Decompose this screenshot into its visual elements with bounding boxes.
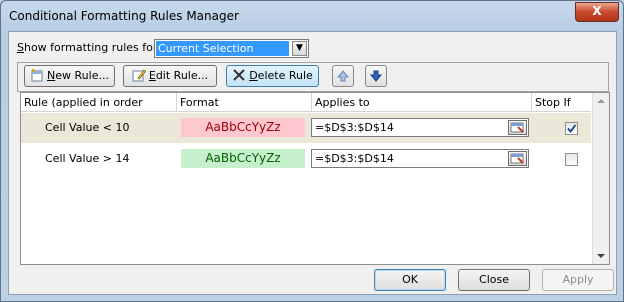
apply-button[interactable]: Apply (542, 269, 614, 291)
dialog-body: Show formatting rules for: Current Selec… (8, 31, 617, 295)
move-up-button[interactable] (332, 65, 354, 87)
new-rule-button[interactable]: New Rule... (24, 65, 115, 87)
title-bar: Conditional Formatting Rules Manager X (1, 1, 623, 31)
applies-to-field[interactable]: =$D$3:$D$14 (311, 149, 529, 168)
applies-to-value: =$D$3:$D$14 (315, 152, 394, 165)
format-preview: AaBbCcYyZz (181, 149, 305, 168)
dialog-title: Conditional Formatting Rules Manager (9, 9, 239, 23)
scope-label: Show formatting rules for: (17, 41, 161, 54)
column-header-stop-if-true: Stop If True (532, 93, 591, 128)
scope-selected-value: Current Selection (156, 41, 289, 56)
move-down-button[interactable] (365, 65, 387, 87)
scope-dropdown[interactable]: Current Selection ▼ (154, 39, 309, 58)
new-rule-icon (30, 68, 44, 82)
rule-row[interactable]: Cell Value > 14 AaBbCcYyZz =$D$3:$D$14 (21, 144, 591, 174)
scroll-up-icon[interactable] (597, 99, 605, 103)
edit-rule-button[interactable]: Edit Rule... (123, 65, 217, 87)
format-preview: AaBbCcYyZz (181, 118, 305, 137)
chevron-down-icon[interactable]: ▼ (292, 41, 307, 56)
close-button[interactable]: Close (458, 269, 530, 291)
rules-table: Rule (applied in order shown) Format App… (20, 92, 610, 265)
range-select-icon[interactable] (508, 151, 527, 166)
stop-if-true-checkbox[interactable] (565, 122, 578, 135)
scroll-down-icon[interactable] (597, 254, 605, 258)
delete-rule-button[interactable]: Delete Rule (226, 65, 319, 87)
range-select-icon[interactable] (508, 120, 527, 135)
column-header-applies-to: Applies to (312, 93, 532, 112)
rule-row[interactable]: Cell Value < 10 AaBbCcYyZz =$D$3:$D$14 (21, 113, 591, 143)
column-header-rule: Rule (applied in order shown) (21, 93, 177, 128)
arrow-down-icon (369, 70, 383, 82)
stop-if-true-checkbox[interactable] (565, 153, 578, 166)
edit-rule-icon (132, 68, 146, 82)
checkmark-icon (567, 124, 577, 133)
rule-description: Cell Value > 14 (45, 152, 130, 165)
rules-toolbar: New Rule... Edit Rule... Delete Rule (17, 62, 609, 92)
rule-description: Cell Value < 10 (45, 121, 130, 134)
applies-to-field[interactable]: =$D$3:$D$14 (311, 118, 529, 137)
vertical-scrollbar[interactable] (592, 93, 609, 264)
delete-icon (232, 68, 246, 82)
applies-to-value: =$D$3:$D$14 (315, 121, 394, 134)
dialog-window: Conditional Formatting Rules Manager X S… (0, 0, 624, 302)
close-window-button[interactable]: X (575, 2, 619, 22)
ok-button[interactable]: OK (374, 269, 446, 291)
column-header-format: Format (177, 93, 312, 112)
arrow-up-icon (336, 70, 350, 82)
